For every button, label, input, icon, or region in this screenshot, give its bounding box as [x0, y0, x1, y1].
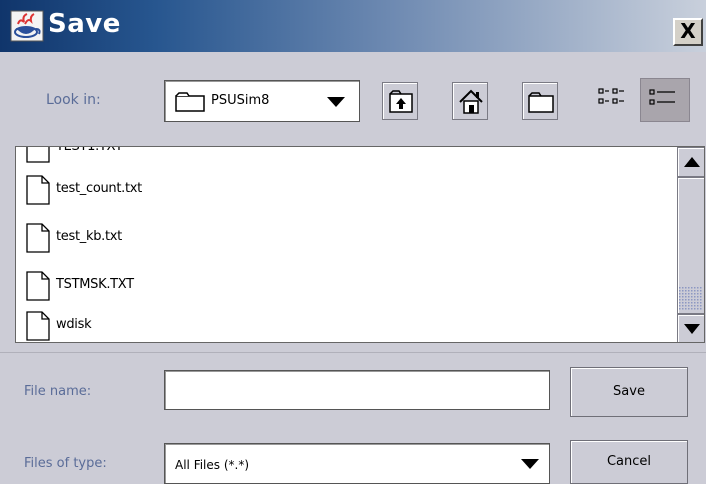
- file-icon: [26, 223, 50, 253]
- details-view-button[interactable]: [640, 78, 690, 122]
- folder-icon: [175, 92, 205, 112]
- file-name: wdisk: [56, 317, 92, 332]
- window-title: Save: [48, 9, 121, 39]
- lookin-value: PSUSim8: [211, 93, 270, 108]
- arrow-down-icon: [684, 324, 700, 334]
- close-button[interactable]: X: [673, 18, 703, 46]
- new-folder-button[interactable]: [522, 82, 558, 120]
- save-button[interactable]: Save: [570, 367, 688, 417]
- file-row-1[interactable]: test_count.txt: [16, 171, 676, 211]
- file-name: TEST1.TXT: [56, 146, 123, 154]
- file-icon: [26, 147, 50, 163]
- file-icon: [26, 271, 50, 301]
- up-folder-button[interactable]: [382, 82, 418, 120]
- chevron-down-icon[interactable]: [327, 97, 345, 107]
- file-row-0[interactable]: TEST1.TXT: [16, 146, 676, 169]
- filetype-label: Files of type:: [24, 456, 107, 471]
- java-cup-icon: [10, 10, 44, 42]
- chevron-down-icon[interactable]: [521, 459, 539, 469]
- scroll-down-button[interactable]: [677, 314, 704, 342]
- file-name: TSTMSK.TXT: [56, 277, 134, 292]
- save-dialog: Save X Look in: PSUSim8 TEST1.TXT test_c…: [0, 0, 706, 484]
- file-row-2[interactable]: test_kb.txt: [16, 219, 676, 259]
- details-view-icon: [649, 89, 675, 105]
- lookin-combo[interactable]: PSUSim8: [164, 80, 360, 122]
- file-name: test_kb.txt: [56, 229, 122, 244]
- file-row-3[interactable]: TSTMSK.TXT: [16, 267, 676, 307]
- home-button[interactable]: [452, 82, 488, 120]
- arrow-up-icon: [684, 157, 700, 167]
- list-view-icon: [598, 88, 624, 104]
- separator: [0, 352, 706, 353]
- filetype-value: All Files (*.*): [175, 458, 250, 472]
- list-view-button[interactable]: [590, 78, 632, 122]
- filename-input[interactable]: [164, 370, 550, 410]
- filename-label: File name:: [24, 384, 92, 399]
- lookin-label: Look in:: [46, 92, 101, 108]
- new-folder-icon: [528, 92, 554, 113]
- file-icon: [26, 175, 50, 205]
- filetype-combo[interactable]: All Files (*.*): [164, 443, 550, 484]
- scrollbar-grip-icon: [679, 287, 703, 311]
- scroll-up-button[interactable]: [677, 147, 704, 177]
- up-folder-icon: [389, 90, 413, 113]
- file-list[interactable]: TEST1.TXT test_count.txt test_kb.txt TST…: [15, 146, 705, 343]
- cancel-button[interactable]: Cancel: [570, 440, 688, 484]
- title-bar[interactable]: Save X: [0, 0, 706, 52]
- file-name: test_count.txt: [56, 181, 142, 196]
- home-icon: [459, 89, 483, 114]
- file-row-4[interactable]: wdisk: [16, 307, 676, 342]
- file-icon: [26, 311, 50, 341]
